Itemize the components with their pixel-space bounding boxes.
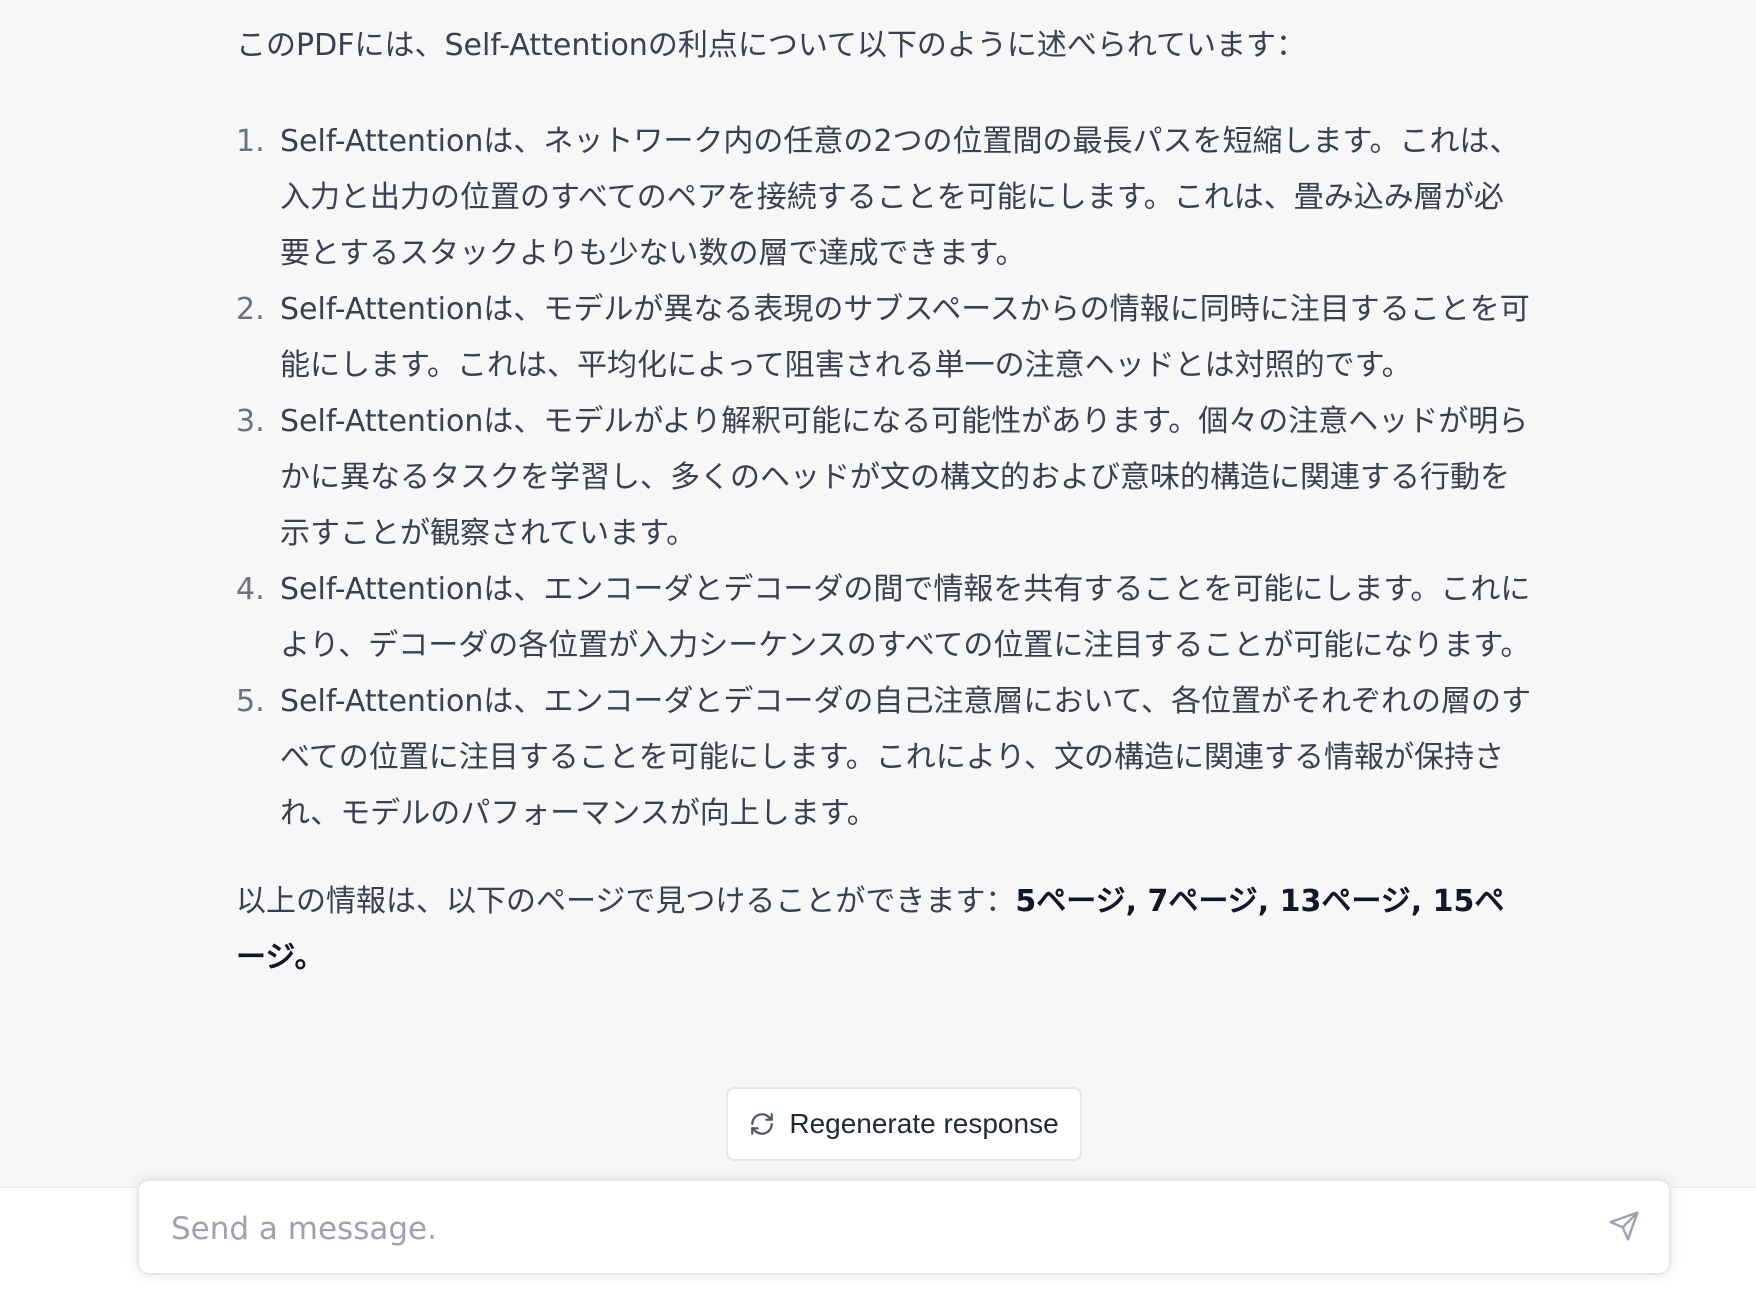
list-item-number: 5. <box>236 684 265 719</box>
list-item: 3. Self-Attentionは、モデルがより解釈可能になる可能性があります… <box>236 394 1532 562</box>
refresh-icon <box>749 1111 775 1137</box>
list-item-text: Self-Attentionは、モデルが異なる表現のサブスペースからの情報に同時… <box>280 292 1530 383</box>
regenerate-response-button[interactable]: Regenerate response <box>726 1087 1082 1161</box>
list-item: 5. Self-Attentionは、エンコーダとデコーダの自己注意層において、… <box>236 674 1532 842</box>
response-outro: 以上の情報は、以下のページで見つけることができます：5ページ, 7ページ, 13… <box>236 874 1532 986</box>
list-item-number: 3. <box>236 404 265 439</box>
assistant-message: このPDFには、Self-Attentionの利点について以下のように述べられて… <box>236 18 1532 986</box>
list-item: 1. Self-Attentionは、ネットワーク内の任意の2つの位置間の最長パ… <box>236 114 1532 282</box>
list-item-number: 1. <box>236 124 265 159</box>
regenerate-label: Regenerate response <box>789 1108 1059 1139</box>
list-item-number: 4. <box>236 572 265 607</box>
paper-plane-icon <box>1608 1210 1640 1246</box>
chat-page: このPDFには、Self-Attentionの利点について以下のように述べられて… <box>0 0 1756 1298</box>
response-intro: このPDFには、Self-Attentionの利点について以下のように述べられて… <box>236 28 1307 63</box>
list-item-text: Self-Attentionは、ネットワーク内の任意の2つの位置間の最長パスを短… <box>280 124 1520 271</box>
list-item-text: Self-Attentionは、エンコーダとデコーダの間で情報を共有することを可… <box>280 572 1531 663</box>
list-item-text: Self-Attentionは、エンコーダとデコーダの自己注意層において、各位置… <box>280 684 1531 831</box>
list-item: 2. Self-Attentionは、モデルが異なる表現のサブスペースからの情報… <box>236 282 1532 394</box>
benefit-list: 1. Self-Attentionは、ネットワーク内の任意の2つの位置間の最長パ… <box>236 114 1532 842</box>
list-item-text: Self-Attentionは、モデルがより解釈可能になる可能性があります。個々… <box>280 404 1529 551</box>
send-button[interactable] <box>1605 1209 1643 1247</box>
outro-text: 以上の情報は、以下のページで見つけることができます： <box>236 884 1016 919</box>
list-item: 4. Self-Attentionは、エンコーダとデコーダの間で情報を共有するこ… <box>236 562 1532 674</box>
message-input[interactable] <box>169 1203 1553 1255</box>
list-item-number: 2. <box>236 292 265 327</box>
message-composer <box>137 1179 1671 1275</box>
